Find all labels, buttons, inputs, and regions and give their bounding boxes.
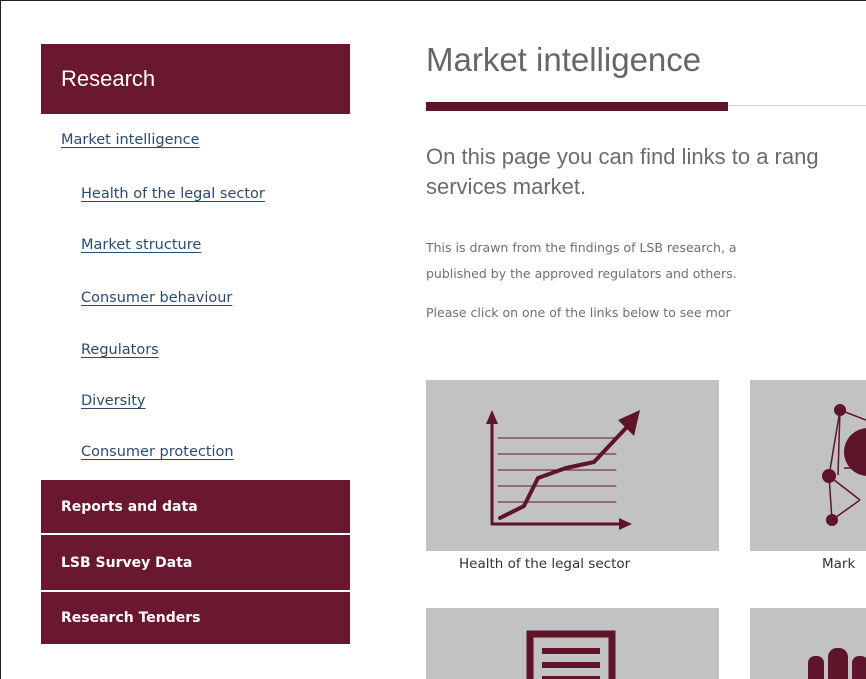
sidebar-section-survey[interactable]: LSB Survey Data	[41, 535, 350, 590]
line-chart-icon	[486, 410, 640, 530]
sidebar-link-regulators[interactable]: Regulators	[81, 342, 159, 358]
sidebar-link-diversity[interactable]: Diversity	[81, 393, 146, 409]
tile-caption-market[interactable]: Mark	[822, 556, 855, 572]
sidebar-section-tenders[interactable]: Research Tenders	[41, 592, 350, 644]
body-line-3: Please click on one of the links below t…	[426, 305, 731, 320]
tile-people[interactable]	[750, 608, 866, 679]
title-underline	[426, 102, 728, 111]
sidebar-header-label: Research	[61, 66, 156, 91]
sidebar-link-market-structure[interactable]: Market structure	[81, 237, 201, 253]
people-icon	[808, 648, 866, 679]
sidebar-link-consumer-behaviour[interactable]: Consumer behaviour	[81, 290, 232, 306]
body-line-2: published by the approved regulators and…	[426, 266, 737, 281]
page: Research Market intelligence Health of t…	[0, 0, 866, 679]
sidebar-section-label: Research Tenders	[61, 610, 201, 626]
document-icon	[526, 630, 616, 679]
page-title: Market intelligence	[426, 41, 702, 78]
tile-health[interactable]	[426, 380, 719, 551]
sidebar-section-label: LSB Survey Data	[61, 554, 193, 571]
sidebar-header[interactable]: Research	[41, 44, 350, 114]
sidebar-section-reports[interactable]: Reports and data	[41, 480, 350, 533]
body-line-1: This is drawn from the findings of LSB r…	[426, 240, 737, 255]
network-icon	[822, 404, 866, 526]
lead-paragraph: On this page you can find links to a ran…	[426, 144, 819, 199]
sidebar-link-market-intelligence[interactable]: Market intelligence	[61, 132, 200, 148]
tile-document[interactable]	[426, 608, 719, 679]
tile-caption-health[interactable]: Health of the legal sector	[459, 556, 630, 572]
sidebar-link-health[interactable]: Health of the legal sector	[81, 186, 265, 202]
sidebar-link-consumer-protection[interactable]: Consumer protection	[81, 444, 234, 460]
sidebar-section-label: Reports and data	[61, 498, 198, 515]
tile-market[interactable]	[750, 380, 866, 551]
